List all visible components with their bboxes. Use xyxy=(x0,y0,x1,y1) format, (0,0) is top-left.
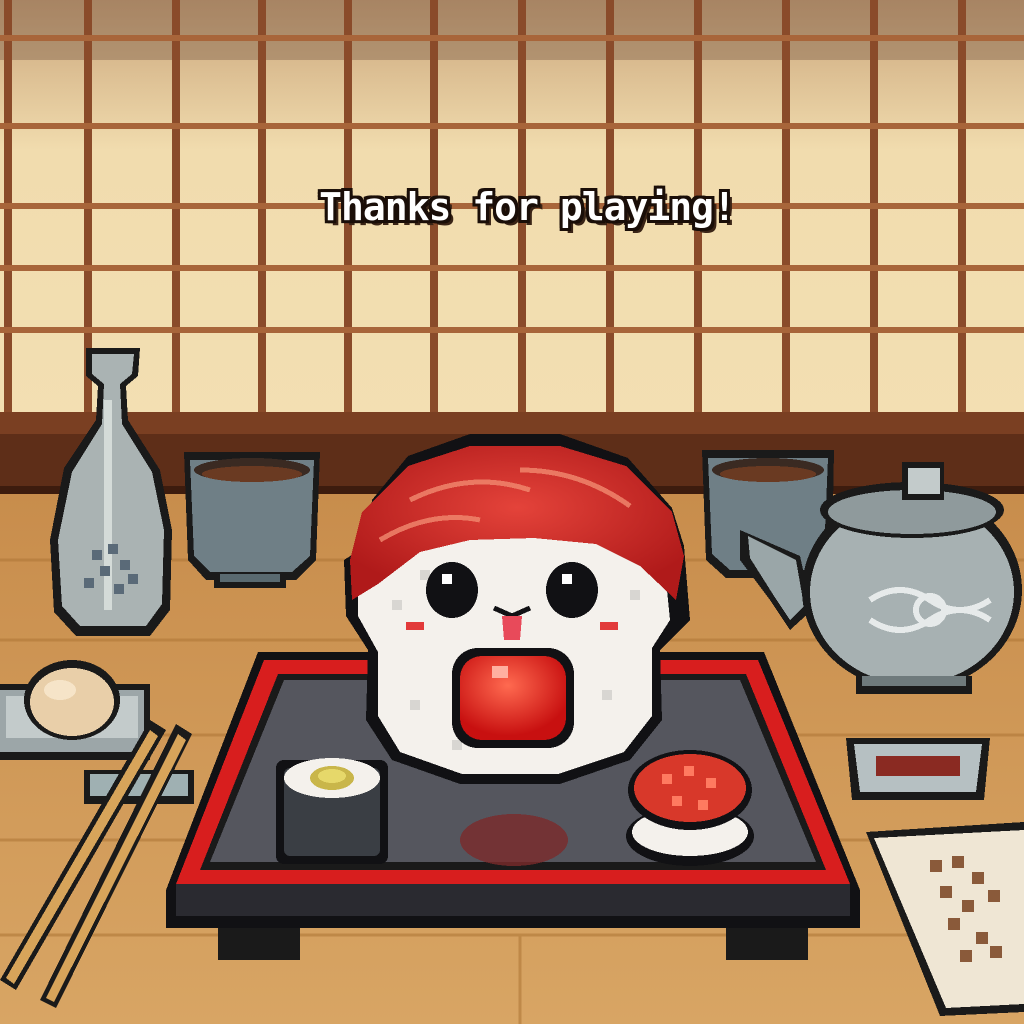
soy-sauce-dish-icon xyxy=(846,738,990,800)
maki-roll-icon xyxy=(276,758,388,864)
tea-cup-icon xyxy=(184,452,320,588)
salmon-roe-nigiri-icon xyxy=(626,750,754,866)
shoji-wall xyxy=(0,0,1024,494)
thanks-for-playing-banner: Thanks for playing! xyxy=(319,185,736,229)
scene-art xyxy=(0,0,1024,1024)
sushi-character-icon xyxy=(344,434,690,784)
game-end-screen: Thanks for playing! xyxy=(0,0,1024,1024)
